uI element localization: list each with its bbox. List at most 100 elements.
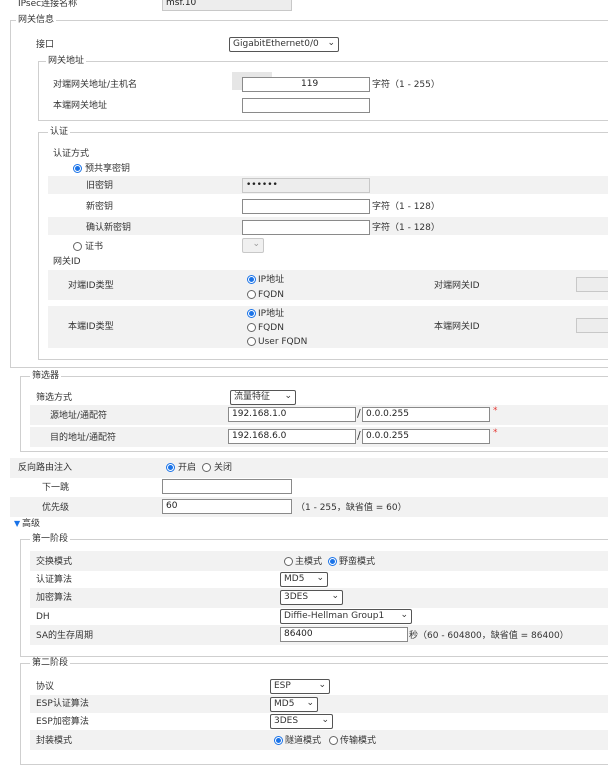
chevron-down-icon: ⌄ [316, 573, 324, 583]
local-gateway-id-input[interactable] [576, 318, 608, 333]
dh-label: DH [36, 612, 50, 622]
esp-enc-label: ESP加密算法 [36, 717, 89, 727]
ipsec-name-field: msf.10 [162, 0, 292, 11]
dest-wildcard-input[interactable]: 0.0.0.255 [362, 429, 490, 444]
chevron-down-icon: ⌄ [327, 38, 335, 48]
advanced-toggle[interactable]: 高级 [22, 518, 40, 530]
esp-auth-label: ESP认证算法 [36, 699, 89, 709]
gateway-info-legend: 网关信息 [16, 14, 57, 26]
protocol-select[interactable]: ESP ⌄ [270, 679, 330, 694]
aggressive-mode-radio[interactable] [328, 557, 337, 566]
auth-method-label: 认证方式 [53, 149, 90, 159]
new-key-label: 新密钥 [86, 202, 114, 212]
peer-id-fqdn-radio[interactable] [247, 290, 256, 299]
filter-mode-select[interactable]: 流量特征 ⌄ [230, 390, 296, 405]
local-gateway-label: 本端网关地址 [53, 101, 108, 111]
local-id-fqdn-label: FQDN [258, 323, 284, 333]
collapse-triangle-icon[interactable]: ▼ [14, 519, 20, 528]
slash-separator: / [357, 429, 361, 442]
cert-select: ⌄ [242, 238, 264, 253]
confirm-key-input[interactable] [242, 220, 370, 235]
chevron-down-icon: ⌄ [318, 680, 326, 690]
local-id-userfqdn-radio[interactable] [247, 337, 256, 346]
sa-lifetime-label: SA的生存周期 [36, 631, 94, 641]
enc-alg-value: 3DES [284, 592, 309, 602]
chevron-down-icon: ⌄ [331, 591, 339, 601]
slash-separator: / [357, 407, 361, 420]
new-key-hint: 字符（1 - 128） [372, 202, 440, 212]
auth-alg-label: 认证算法 [36, 575, 73, 585]
confirm-key-hint: 字符（1 - 128） [372, 223, 440, 233]
local-id-ip-radio[interactable] [247, 309, 256, 318]
local-gateway-id-label: 本端网关ID [434, 322, 480, 332]
filter-legend: 筛选器 [30, 370, 62, 382]
old-key-input: •••••• [242, 178, 370, 193]
local-id-fqdn-radio[interactable] [247, 323, 256, 332]
local-id-type-label: 本端ID类型 [68, 322, 114, 332]
psk-radio[interactable] [73, 164, 82, 173]
esp-auth-row [30, 695, 608, 713]
confirm-key-label: 确认新密钥 [86, 223, 132, 233]
priority-label: 优先级 [42, 503, 70, 513]
protocol-label: 协议 [36, 682, 55, 692]
esp-enc-select[interactable]: 3DES ⌄ [270, 714, 333, 729]
peer-id-type-label: 对端ID类型 [68, 281, 114, 291]
transport-mode-radio[interactable] [329, 736, 338, 745]
gateway-id-label: 网关ID [53, 257, 81, 267]
auth-alg-value: MD5 [284, 574, 305, 584]
main-mode-radio[interactable] [284, 557, 293, 566]
local-gateway-input[interactable] [242, 98, 370, 113]
peer-gateway-hint: 字符（1 - 255） [372, 80, 440, 90]
sa-lifetime-hint: 秒（60 - 604800，缺省值 = 86400） [409, 631, 569, 641]
chevron-down-icon: ⌄ [321, 715, 329, 725]
reverse-route-off-label: 关闭 [214, 463, 233, 473]
reverse-route-label: 反向路由注入 [18, 463, 73, 473]
phase1-legend: 第一阶段 [30, 533, 71, 545]
tunnel-mode-label: 隧道模式 [285, 736, 322, 746]
esp-auth-select[interactable]: MD5 ⌄ [270, 697, 318, 712]
local-id-ip-label: IP地址 [258, 309, 285, 319]
interface-select-value: GigabitEthernet0/0 [233, 39, 319, 49]
reverse-route-row [10, 458, 608, 478]
enc-alg-select[interactable]: 3DES ⌄ [280, 590, 343, 605]
encap-mode-label: 封装模式 [36, 736, 73, 746]
peer-gateway-input[interactable]: 119 [242, 77, 370, 92]
tunnel-mode-radio[interactable] [274, 736, 283, 745]
local-id-row [48, 306, 608, 348]
cert-radio[interactable] [73, 242, 82, 251]
source-wildcard-input[interactable]: 0.0.0.255 [362, 407, 490, 422]
reverse-route-off-radio[interactable] [202, 463, 211, 472]
new-key-input[interactable] [242, 199, 370, 214]
gateway-address-legend: 网关地址 [46, 55, 87, 67]
peer-id-ip-radio[interactable] [247, 275, 256, 284]
peer-gateway-id-input[interactable] [576, 277, 608, 292]
filter-mode-label: 筛选方式 [36, 393, 73, 403]
phase2-legend: 第二阶段 [30, 657, 71, 669]
next-hop-input[interactable] [162, 479, 292, 494]
source-addr-input[interactable]: 192.168.1.0 [228, 407, 356, 422]
reverse-route-on-radio[interactable] [166, 463, 175, 472]
next-hop-label: 下一跳 [42, 483, 70, 493]
auth-alg-select[interactable]: MD5 ⌄ [280, 572, 328, 587]
esp-enc-value: 3DES [274, 716, 299, 726]
interface-select[interactable]: GigabitEthernet0/0 ⌄ [229, 37, 339, 52]
transport-mode-label: 传输模式 [340, 736, 377, 746]
source-label: 源地址/通配符 [50, 411, 108, 421]
aggressive-mode-label: 野蛮模式 [339, 557, 376, 567]
dh-select[interactable]: Diffie-Hellman Group1 ⌄ [280, 609, 412, 624]
priority-hint: （1 - 255，缺省值 = 60） [296, 503, 407, 513]
priority-input[interactable]: 60 [162, 499, 292, 514]
reverse-route-on-label: 开启 [178, 463, 197, 473]
peer-id-ip-label: IP地址 [258, 275, 285, 285]
required-marker: * [493, 428, 498, 438]
interface-label: 接口 [36, 40, 55, 50]
dh-value: Diffie-Hellman Group1 [284, 611, 385, 621]
enc-alg-label: 加密算法 [36, 593, 73, 603]
protocol-value: ESP [274, 681, 291, 691]
ipsec-name-label: IPsec连接名称 [18, 0, 78, 9]
dest-addr-input[interactable]: 192.168.6.0 [228, 429, 356, 444]
chevron-down-icon: ⌄ [252, 239, 260, 249]
chevron-down-icon: ⌄ [284, 391, 292, 401]
main-mode-label: 主模式 [295, 557, 323, 567]
sa-lifetime-input[interactable]: 86400 [280, 627, 408, 642]
